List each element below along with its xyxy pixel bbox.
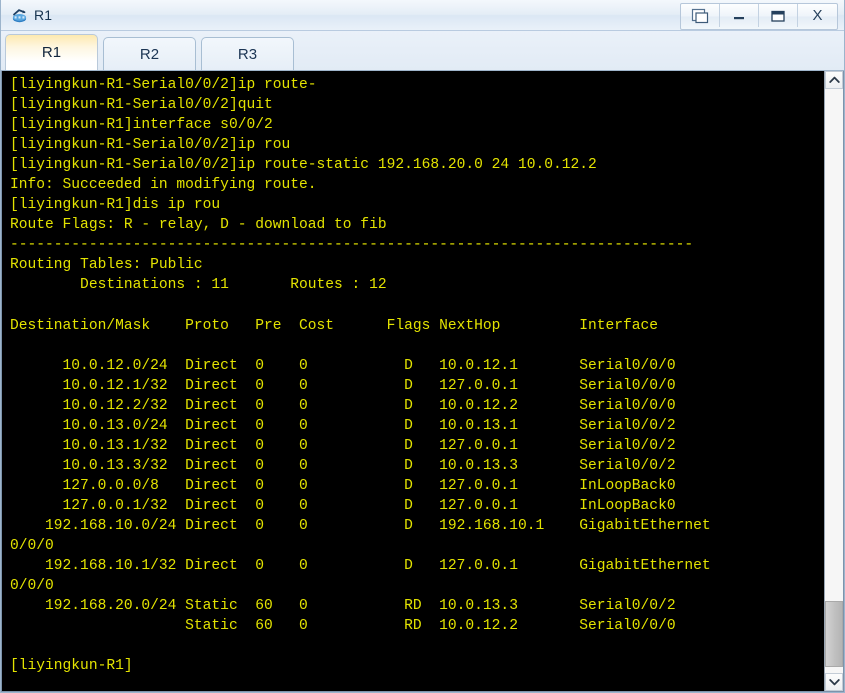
terminal-line: 10.0.12.1/32 Direct 0 0 D 127.0.0.1 Seri… bbox=[10, 377, 676, 394]
terminal-line: 127.0.0.1/32 Direct 0 0 D 127.0.0.1 InLo… bbox=[10, 497, 676, 514]
chevron-down-icon bbox=[828, 673, 840, 691]
tab-r1-label: R1 bbox=[41, 44, 62, 61]
terminal-line: ----------------------------------------… bbox=[10, 237, 694, 254]
terminal-line: [liyingkun-R1-Serial0/0/2]ip rou bbox=[10, 137, 291, 154]
terminal-output[interactable]: [liyingkun-R1-Serial0/0/2]ip route- [liyi… bbox=[2, 71, 824, 691]
tab-r2[interactable]: R2 bbox=[103, 37, 196, 70]
terminal-line: 10.0.13.0/24 Direct 0 0 D 10.0.13.1 Seri… bbox=[10, 417, 676, 434]
terminal-line: Route Flags: R - relay, D - download to … bbox=[10, 217, 387, 234]
terminal-line: Destination/Mask Proto Pre Cost Flags Ne… bbox=[10, 317, 659, 334]
close-icon: X bbox=[812, 7, 823, 24]
scrollbar-track[interactable] bbox=[825, 89, 843, 673]
terminal-line: Routing Tables: Public bbox=[10, 257, 203, 274]
restore-cascade-button[interactable] bbox=[681, 4, 720, 27]
scrollbar-thumb[interactable] bbox=[825, 601, 843, 667]
terminal-line: Info: Succeeded in modifying route. bbox=[10, 177, 317, 194]
minimize-icon bbox=[731, 10, 747, 22]
terminal-line: [liyingkun-R1] bbox=[10, 658, 133, 675]
terminal-scrollbar[interactable] bbox=[824, 71, 843, 691]
tab-r3-label: R3 bbox=[237, 45, 258, 63]
terminal-line: [liyingkun-R1-Serial0/0/2]quit bbox=[10, 97, 273, 114]
window-controls: X bbox=[680, 3, 838, 30]
window-title: R1 bbox=[34, 7, 53, 23]
terminal-area: [liyingkun-R1-Serial0/0/2]ip route- [liyi… bbox=[1, 71, 844, 692]
terminal-line: Destinations : 11 Routes : 12 bbox=[10, 277, 387, 294]
terminal-line: 192.168.20.0/24 Static 60 0 RD 10.0.13.3… bbox=[10, 598, 676, 615]
terminal-line: Static 60 0 RD 10.0.12.2 Serial0/0/0 bbox=[10, 618, 676, 635]
maximize-button[interactable] bbox=[759, 4, 798, 27]
terminal-line: 10.0.12.2/32 Direct 0 0 D 10.0.12.2 Seri… bbox=[10, 397, 676, 414]
tab-strip: R1 R2 R3 bbox=[1, 31, 844, 71]
terminal-line: [liyingkun-R1]interface s0/0/2 bbox=[10, 117, 273, 134]
tab-r2-label: R2 bbox=[139, 45, 160, 63]
terminal-line: 192.168.10.0/24 Direct 0 0 D 192.168.10.… bbox=[10, 518, 711, 535]
title-bar: R1 X bbox=[1, 0, 844, 31]
chevron-up-icon bbox=[828, 71, 840, 89]
terminal-line: 10.0.13.3/32 Direct 0 0 D 10.0.13.3 Seri… bbox=[10, 457, 676, 474]
terminal-line: [liyingkun-R1]dis ip rou bbox=[10, 197, 221, 214]
terminal-line: 192.168.10.1/32 Direct 0 0 D 127.0.0.1 G… bbox=[10, 558, 711, 575]
tab-r3[interactable]: R3 bbox=[201, 37, 294, 70]
terminal-line: 10.0.12.0/24 Direct 0 0 D 10.0.12.1 Seri… bbox=[10, 357, 676, 374]
cascade-icon bbox=[691, 8, 710, 24]
terminal-line: 0/0/0 bbox=[10, 538, 54, 555]
terminal-line: 10.0.13.1/32 Direct 0 0 D 127.0.0.1 Seri… bbox=[10, 437, 676, 454]
router-cli-window: R1 X R1 R2 R3 [liyingkun-R1-Serial0/0/2]… bbox=[0, 0, 845, 693]
terminal-line: 0/0/0 bbox=[10, 578, 54, 595]
router-icon bbox=[10, 6, 29, 25]
scrollbar-down-button[interactable] bbox=[825, 673, 843, 691]
close-button[interactable]: X bbox=[798, 4, 837, 27]
terminal-line: [liyingkun-R1-Serial0/0/2]ip route- bbox=[10, 77, 317, 93]
maximize-icon bbox=[770, 9, 786, 23]
scrollbar-up-button[interactable] bbox=[825, 71, 843, 89]
minimize-button[interactable] bbox=[720, 4, 759, 27]
tab-r1[interactable]: R1 bbox=[5, 34, 98, 70]
terminal-line: 127.0.0.0/8 Direct 0 0 D 127.0.0.1 InLoo… bbox=[10, 477, 676, 494]
terminal-line: [liyingkun-R1-Serial0/0/2]ip route-stati… bbox=[10, 157, 597, 174]
